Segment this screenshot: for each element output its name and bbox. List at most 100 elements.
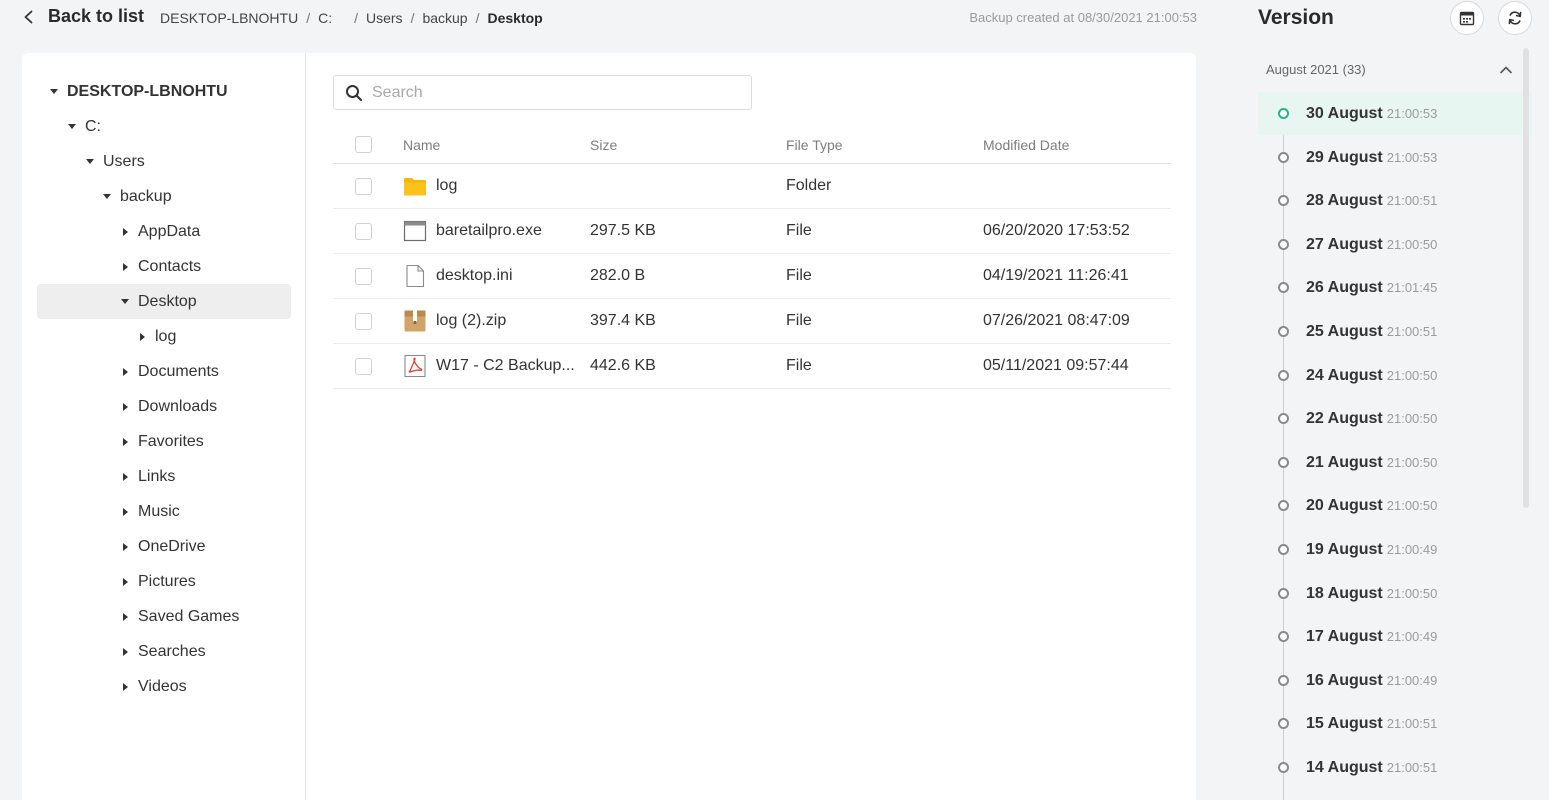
version-date: 28 August 21:00:51	[1306, 191, 1438, 209]
version-item[interactable]: 15 August 21:00:51	[1258, 702, 1532, 745]
tree-item-label: Favorites	[138, 432, 204, 450]
version-item[interactable]: 21 August 21:00:50	[1258, 441, 1532, 484]
version-item[interactable]: 24 August 21:00:50	[1258, 354, 1532, 397]
breadcrumb-item-drive[interactable]: C:	[318, 10, 332, 26]
row-checkbox[interactable]	[355, 222, 372, 240]
row-checkbox[interactable]	[355, 357, 372, 375]
chevron-up-icon[interactable]	[1498, 62, 1514, 78]
caret-right-icon[interactable]	[119, 506, 131, 518]
column-header-modified-date[interactable]: Modified Date	[983, 126, 1069, 163]
refresh-button[interactable]	[1498, 1, 1532, 35]
caret-right-icon[interactable]	[119, 681, 131, 693]
tree-item-saved-games[interactable]: Saved Games	[119, 599, 239, 634]
version-item[interactable]: 22 August 21:00:50	[1258, 397, 1532, 440]
caret-down-icon[interactable]	[101, 191, 113, 203]
caret-right-icon[interactable]	[119, 226, 131, 238]
table-row[interactable]: baretailpro.exe 297.5 KB File 06/20/2020…	[333, 209, 1171, 254]
pdf-file-icon	[403, 354, 427, 378]
tree-item-drive-c[interactable]: C:	[66, 109, 101, 144]
tree-item-contacts[interactable]: Contacts	[119, 249, 201, 284]
tree-item-label: Music	[138, 502, 180, 520]
caret-right-icon[interactable]	[119, 436, 131, 448]
tree-item-favorites[interactable]: Favorites	[119, 424, 204, 459]
version-time: 21:00:51	[1386, 192, 1438, 208]
version-item[interactable]: 20 August 21:00:50	[1258, 484, 1532, 527]
tree-item-documents[interactable]: Documents	[119, 354, 219, 389]
version-item[interactable]: 16 August 21:00:49	[1258, 659, 1532, 702]
tree-item-downloads[interactable]: Downloads	[119, 389, 217, 424]
row-checkbox-cell	[355, 344, 372, 388]
caret-down-icon[interactable]	[119, 296, 131, 308]
column-header-size[interactable]: Size	[590, 126, 617, 163]
breadcrumb-item-backup[interactable]: backup	[422, 10, 467, 26]
version-item[interactable]: 29 August 21:00:53	[1258, 136, 1532, 179]
version-item[interactable]: 14 August 21:00:51	[1258, 746, 1532, 789]
timeline-dot	[1278, 195, 1289, 206]
caret-right-icon[interactable]	[119, 576, 131, 588]
caret-down-icon[interactable]	[48, 86, 60, 98]
row-checkbox[interactable]	[355, 267, 372, 285]
file-name[interactable]: desktop.ini	[436, 267, 513, 285]
tree-item-pictures[interactable]: Pictures	[119, 564, 196, 599]
version-item[interactable]: 18 August 21:00:50	[1258, 572, 1532, 615]
backup-created-info: Backup created at 08/30/2021 21:00:53	[969, 10, 1197, 25]
version-item[interactable]: 27 August 21:00:50	[1258, 223, 1532, 266]
tree-item-label: Contacts	[138, 257, 202, 275]
tree-item-appdata[interactable]: AppData	[119, 214, 200, 249]
version-item-selected[interactable]: 30 August 21:00:53	[1258, 92, 1532, 135]
version-scrollbar[interactable]	[1523, 48, 1529, 508]
tree-item-links[interactable]: Links	[119, 459, 175, 494]
caret-right-icon[interactable]	[136, 331, 148, 343]
version-item[interactable]: 17 August 21:00:49	[1258, 615, 1532, 658]
row-checkbox[interactable]	[355, 177, 372, 195]
row-checkbox[interactable]	[355, 312, 372, 330]
caret-right-icon[interactable]	[119, 471, 131, 483]
caret-right-icon[interactable]	[119, 646, 131, 658]
select-all-checkbox[interactable]	[355, 136, 372, 153]
tree-item-music[interactable]: Music	[119, 494, 180, 529]
tree-item-onedrive[interactable]: OneDrive	[119, 529, 206, 564]
caret-right-icon[interactable]	[119, 611, 131, 623]
caret-down-icon[interactable]	[84, 156, 96, 168]
file-type: File	[786, 267, 812, 284]
version-group-label[interactable]: August 2021 (33)	[1266, 62, 1366, 77]
column-header-file-type[interactable]: File Type	[786, 126, 843, 163]
version-item[interactable]: 19 August 21:00:49	[1258, 528, 1532, 571]
table-row[interactable]: desktop.ini 282.0 B File 04/19/2021 11:2…	[333, 254, 1171, 299]
tree-item-label: backup	[120, 187, 172, 205]
calendar-button[interactable]	[1450, 1, 1484, 35]
version-item[interactable]: 26 August 21:01:45	[1258, 266, 1532, 309]
breadcrumb-item-host[interactable]: DESKTOP-LBNOHTU	[160, 10, 298, 26]
version-item[interactable]: 28 August 21:00:51	[1258, 179, 1532, 222]
caret-right-icon[interactable]	[119, 401, 131, 413]
file-name-cell: baretailpro.exe	[403, 209, 542, 253]
tree-item-backup[interactable]: backup	[101, 179, 172, 214]
table-row[interactable]: log Folder	[333, 164, 1171, 209]
table-row[interactable]: log (2).zip 397.4 KB File 07/26/2021 08:…	[333, 299, 1171, 344]
tree-item-host[interactable]: DESKTOP-LBNOHTU	[48, 74, 228, 109]
search-input[interactable]	[372, 83, 732, 102]
caret-right-icon[interactable]	[119, 541, 131, 553]
breadcrumb-item-users[interactable]: Users	[366, 10, 403, 26]
tree-item-log[interactable]: log	[136, 319, 176, 354]
tree-item-label: AppData	[138, 222, 201, 240]
tree-item-searches[interactable]: Searches	[119, 634, 206, 669]
file-name[interactable]: baretailpro.exe	[436, 222, 542, 240]
file-type: Folder	[786, 177, 832, 194]
file-name[interactable]: W17 - C2 Backup...	[436, 357, 575, 375]
file-name[interactable]: log (2).zip	[436, 312, 506, 330]
caret-right-icon[interactable]	[119, 366, 131, 378]
tree-item-users[interactable]: Users	[84, 144, 145, 179]
file-name[interactable]: log	[436, 177, 457, 195]
version-time: 21:00:51	[1386, 715, 1438, 731]
tree-item-videos[interactable]: Videos	[119, 669, 187, 704]
version-date: 29 August 21:00:53	[1306, 148, 1438, 166]
table-row[interactable]: W17 - C2 Backup... 442.6 KB File 05/11/2…	[333, 344, 1171, 389]
breadcrumb-separator: /	[306, 10, 311, 26]
back-to-list-button[interactable]: Back to list	[22, 6, 144, 27]
version-item[interactable]: 25 August 21:00:51	[1258, 310, 1532, 353]
caret-right-icon[interactable]	[119, 261, 131, 273]
column-header-name[interactable]: Name	[403, 126, 440, 163]
caret-down-icon[interactable]	[66, 121, 78, 133]
tree-item-desktop[interactable]: Desktop	[119, 284, 197, 319]
